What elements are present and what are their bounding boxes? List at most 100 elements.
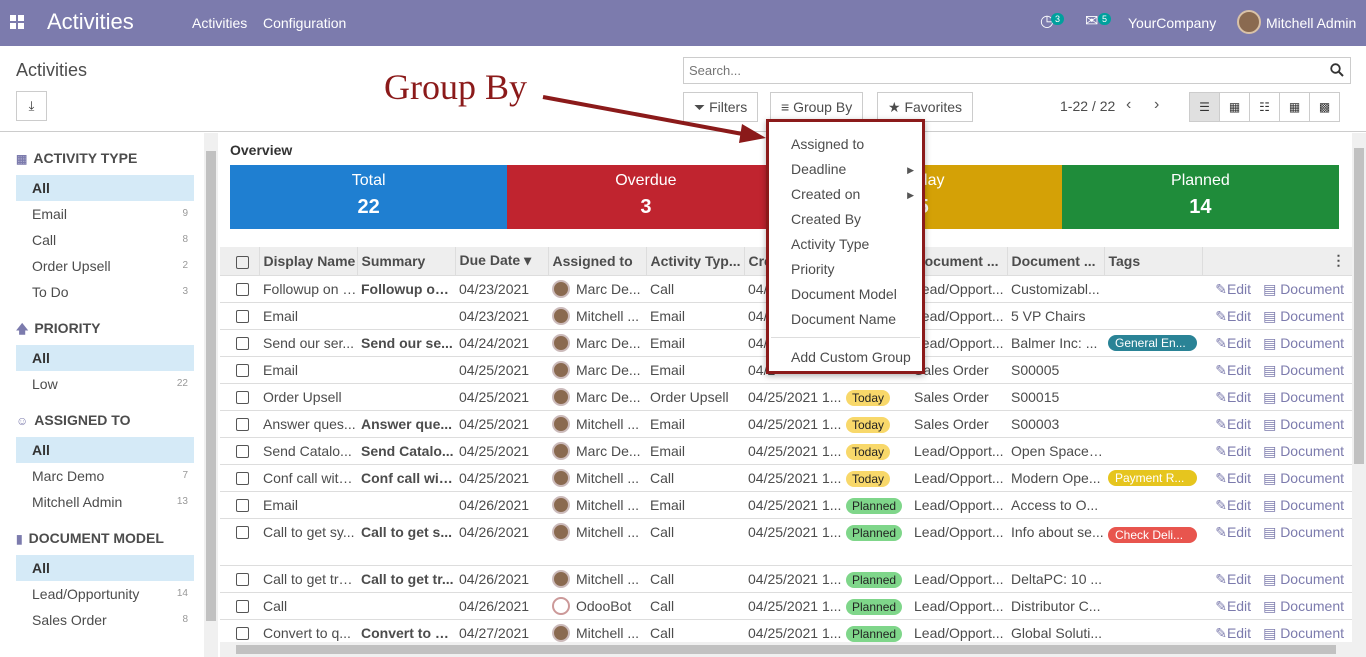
groupby-option[interactable]: Assigned to [791,136,864,152]
filter-item[interactable]: Mitchell Admin 13 [16,489,194,515]
tile-total[interactable]: Total 22 [230,165,508,229]
filter-item[interactable]: Order Upsell 2 [16,253,194,279]
filter-item[interactable]: To Do 3 [16,279,194,305]
messages-icon[interactable]: ✉ [1085,11,1098,31]
document-button[interactable]: ▤ Document [1263,416,1344,432]
document-button[interactable]: ▤ Document [1263,281,1344,297]
list-scrollbar[interactable] [1352,133,1366,657]
groupby-option[interactable]: Created on [791,186,860,202]
document-button[interactable]: ▤ Document [1263,470,1344,486]
edit-button[interactable]: ✎Edit [1215,443,1251,459]
edit-button[interactable]: ✎Edit [1215,362,1251,378]
document-button[interactable]: ▤ Document [1263,389,1344,405]
download-button[interactable]: ⤓ [16,91,47,121]
tile-overdue[interactable]: Overdue 3 [507,165,785,229]
scrollbar-thumb[interactable] [1354,148,1364,464]
document-button[interactable]: ▤ Document [1263,443,1344,459]
edit-button[interactable]: ✎Edit [1215,497,1251,513]
filter-item[interactable]: Marc Demo 7 [16,463,194,489]
row-checkbox[interactable] [236,600,249,614]
pager-value[interactable]: 1-22 / 22 [1060,98,1115,114]
edit-button[interactable]: ✎Edit [1215,335,1251,351]
filter-item[interactable]: All [16,345,194,371]
row-checkbox[interactable] [236,573,249,587]
table-row[interactable]: Call to get sy... Call to get s... 04/26/2… [220,517,1354,565]
apps-menu-icon[interactable] [10,15,24,29]
groupby-option[interactable]: Created By [791,211,861,227]
optional-columns-header[interactable]: ⋮ [1202,247,1355,275]
favorites-button[interactable]: ★ Favorites [877,92,974,122]
row-checkbox[interactable] [236,472,249,486]
column-header[interactable]: Assigned to [548,247,647,275]
pager-previous-icon[interactable]: ‹ [1126,96,1131,114]
filter-item[interactable]: All [16,437,194,463]
table-row[interactable]: Conf call with... Conf call wit... 04/25/2… [220,463,1354,491]
add-custom-group[interactable]: Add Custom Group [791,349,911,365]
user-avatar[interactable] [1237,10,1261,34]
document-button[interactable]: ▤ Document [1263,308,1344,324]
row-checkbox[interactable] [236,283,249,297]
user-menu[interactable]: Mitchell Admin [1266,15,1356,31]
document-button[interactable]: ▤ Document [1263,497,1344,513]
scrollbar-thumb[interactable] [236,645,1336,654]
column-header[interactable]: Summary [357,247,456,275]
table-row[interactable]: Answer ques... Answer que... 04/25/2021 Mit… [220,409,1354,437]
edit-button[interactable]: ✎Edit [1215,470,1251,486]
groupby-option[interactable]: Document Model [791,286,897,302]
tile-planned[interactable]: Planned 14 [1061,165,1339,229]
search-input[interactable] [684,58,1304,83]
scrollbar-thumb[interactable] [206,151,216,621]
table-row[interactable]: Email 04/26/2021 Mitchell ... Email 04/25/20… [220,490,1354,518]
filter-item[interactable]: All [16,555,194,581]
table-row[interactable]: Order Upsell 04/25/2021 Marc De... Order Up… [220,382,1354,410]
edit-button[interactable]: ✎Edit [1215,416,1251,432]
edit-button[interactable]: ✎Edit [1215,571,1251,587]
column-header[interactable]: Display Name [259,247,358,275]
filter-item[interactable]: Call 8 [16,227,194,253]
pivot-view-icon[interactable]: ▦ [1279,92,1310,122]
row-checkbox[interactable] [236,445,249,459]
filter-item[interactable]: All [16,175,194,201]
row-checkbox[interactable] [236,526,249,540]
filter-item[interactable]: Low 22 [16,371,194,397]
filter-item[interactable]: Sales Order 8 [16,607,194,633]
edit-button[interactable]: ✎Edit [1215,389,1251,405]
document-button[interactable]: ▤ Document [1263,625,1344,641]
document-button[interactable]: ▤ Document [1263,524,1344,540]
edit-button[interactable]: ✎Edit [1215,524,1251,540]
groupby-option[interactable]: Deadline [791,161,846,177]
search-icon[interactable] [1330,63,1344,80]
column-header[interactable]: Tags [1104,247,1203,275]
row-checkbox[interactable] [236,337,249,351]
document-button[interactable]: ▤ Document [1263,362,1344,378]
groupby-option[interactable]: Document Name [791,311,896,327]
group-by-button[interactable]: ≡ Group By [770,92,864,122]
table-row[interactable]: Call to get tra... Call to get tr... 04/26… [220,564,1354,592]
document-button[interactable]: ▤ Document [1263,571,1344,587]
list-view-icon[interactable]: ☰ [1189,92,1220,122]
horizontal-scrollbar[interactable] [220,642,1352,657]
edit-button[interactable]: ✎Edit [1215,598,1251,614]
calendar-view-icon[interactable]: ☷ [1249,92,1280,122]
filter-item[interactable]: Lead/Opportunity 14 [16,581,194,607]
table-row[interactable]: Call 04/26/2021 OdooBot Call 04/25/2021 1...… [220,591,1354,619]
select-all-checkbox[interactable] [236,255,249,269]
document-button[interactable]: ▤ Document [1263,335,1344,351]
pager-next-icon[interactable]: › [1154,96,1159,114]
groupby-option[interactable]: Priority [791,261,835,277]
row-checkbox[interactable] [236,627,249,641]
row-checkbox[interactable] [236,364,249,378]
row-checkbox[interactable] [236,310,249,324]
company-switcher[interactable]: YourCompany [1128,15,1216,31]
table-row[interactable]: Send Catalo... Send Catalo... 04/25/2021 Ma… [220,436,1354,464]
menu-configuration[interactable]: Configuration [263,15,346,31]
column-header[interactable]: Document ... [1007,247,1105,275]
column-header[interactable]: Due Date ▾ [455,247,549,275]
edit-button[interactable]: ✎Edit [1215,308,1251,324]
more-vertical-icon[interactable]: ⋮ [1332,252,1346,268]
row-checkbox[interactable] [236,499,249,513]
filter-item[interactable]: Email 9 [16,201,194,227]
document-button[interactable]: ▤ Document [1263,598,1344,614]
edit-button[interactable]: ✎Edit [1215,625,1251,641]
kanban-view-icon[interactable]: ▦ [1219,92,1250,122]
